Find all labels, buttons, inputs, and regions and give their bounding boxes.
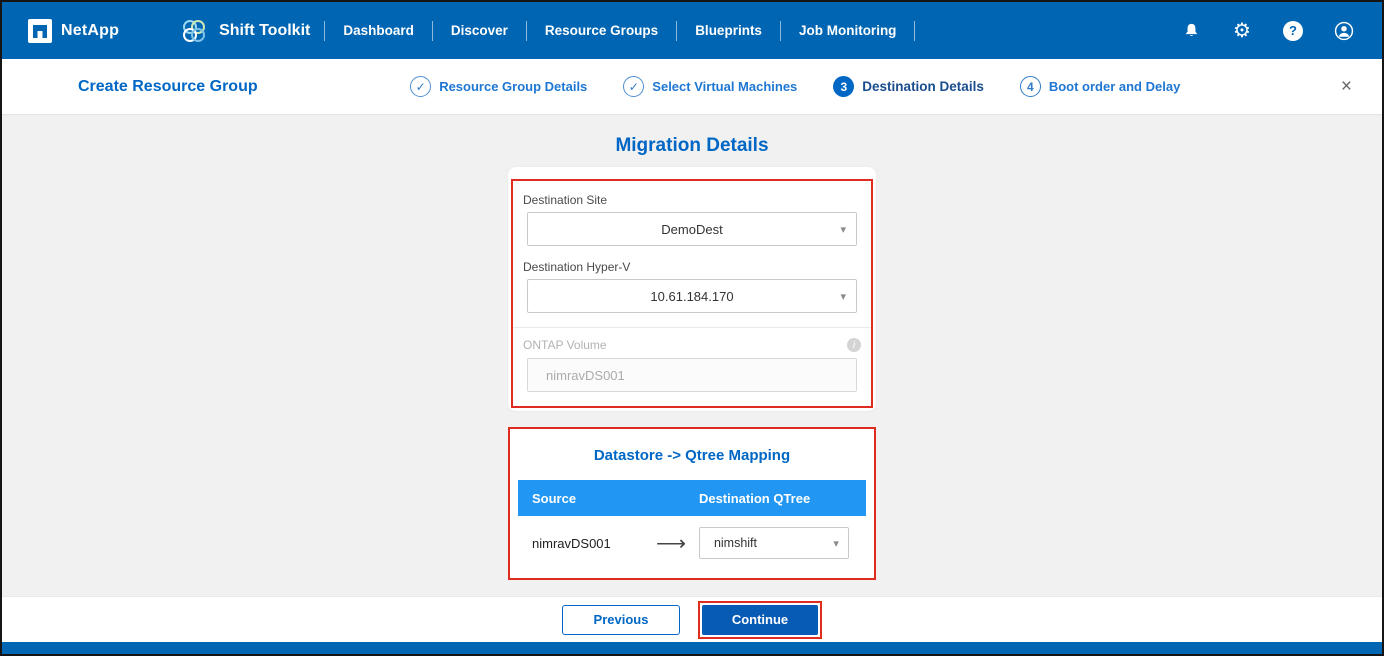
step-label: Destination Details — [862, 79, 984, 94]
column-header-source: Source — [518, 491, 699, 506]
mapping-table-header: Source Destination QTree — [518, 480, 866, 516]
netapp-logo-icon — [28, 19, 52, 43]
destination-form-card: Destination Site DemoDest ▾ Destination … — [508, 167, 876, 411]
app-title-text: Shift Toolkit — [219, 22, 310, 40]
nav-dashboard[interactable]: Dashboard — [325, 23, 432, 38]
nav-discover[interactable]: Discover — [433, 23, 526, 38]
continue-button-highlight: Continue — [698, 601, 822, 639]
previous-button[interactable]: Previous — [562, 605, 680, 635]
step-check-icon: ✓ — [410, 76, 431, 97]
wizard-steps: ✓ Resource Group Details ✓ Select Virtua… — [410, 76, 1180, 97]
step-label: Boot order and Delay — [1049, 79, 1180, 94]
step-number-badge: 3 — [833, 76, 854, 97]
destination-form-highlight: Destination Site DemoDest ▾ Destination … — [511, 179, 873, 408]
chevron-down-icon: ▾ — [840, 290, 846, 303]
destination-qtree-select[interactable]: nimshift ▾ — [699, 527, 849, 559]
qtree-mapping-highlight: Datastore -> Qtree Mapping Source Destin… — [508, 427, 876, 580]
step-check-icon: ✓ — [623, 76, 644, 97]
section-divider — [513, 327, 871, 328]
bottom-accent-bar — [2, 642, 1382, 654]
page-title: Migration Details — [2, 135, 1382, 157]
nav-job-monitoring[interactable]: Job Monitoring — [781, 23, 914, 38]
continue-button[interactable]: Continue — [702, 605, 818, 635]
info-icon: i — [847, 338, 861, 352]
nav-blueprints[interactable]: Blueprints — [677, 23, 780, 38]
wizard-content: Migration Details Destination Site DemoD… — [2, 115, 1382, 596]
ontap-volume-label-row: ONTAP Volume i — [523, 338, 861, 352]
step-number-badge: 4 — [1020, 76, 1041, 97]
wizard-footer: Previous Continue — [2, 596, 1382, 642]
step-label: Select Virtual Machines — [652, 79, 797, 94]
right-arrow-icon: ⟶ — [643, 531, 699, 556]
destination-hyperv-select[interactable]: 10.61.184.170 ▾ — [527, 279, 857, 313]
destination-hyperv-label: Destination Hyper-V — [523, 260, 861, 274]
app-title: Shift Toolkit — [179, 16, 310, 46]
qtree-mapping-title: Datastore -> Qtree Mapping — [518, 447, 866, 464]
netapp-logo: NetApp — [28, 19, 119, 43]
wizard-header: Create Resource Group ✓ Resource Group D… — [2, 59, 1382, 115]
destination-site-value: DemoDest — [661, 222, 722, 237]
step-boot-order-and-delay[interactable]: 4 Boot order and Delay — [1020, 76, 1180, 97]
destination-site-label: Destination Site — [523, 193, 861, 207]
step-select-virtual-machines[interactable]: ✓ Select Virtual Machines — [623, 76, 797, 97]
help-icon[interactable]: ? — [1281, 19, 1305, 43]
qtree-mapping-card: Datastore -> Qtree Mapping Source Destin… — [508, 427, 876, 580]
close-icon[interactable]: × — [1333, 72, 1360, 102]
destination-qtree-value: nimshift — [714, 536, 757, 550]
step-label: Resource Group Details — [439, 79, 587, 94]
column-header-destination-qtree: Destination QTree — [699, 491, 866, 506]
ontap-volume-label: ONTAP Volume — [523, 338, 607, 352]
nav-divider — [914, 21, 915, 41]
app-window: NetApp Shift Toolkit Dashboard Discover … — [0, 0, 1384, 656]
main-navigation: Dashboard Discover Resource Groups Bluep… — [324, 21, 915, 41]
step-destination-details[interactable]: 3 Destination Details — [833, 76, 984, 97]
top-navigation-bar: NetApp Shift Toolkit Dashboard Discover … — [2, 2, 1382, 59]
netapp-brand-text: NetApp — [61, 22, 119, 40]
topbar-actions: ⚙ ? — [1179, 19, 1356, 43]
chevron-down-icon: ▾ — [840, 223, 846, 236]
notification-bell-icon[interactable] — [1179, 19, 1203, 43]
ontap-volume-field: nimravDS001 — [527, 358, 857, 392]
chevron-down-icon: ▾ — [833, 537, 839, 550]
destination-site-select[interactable]: DemoDest ▾ — [527, 212, 857, 246]
destination-hyperv-value: 10.61.184.170 — [650, 289, 733, 304]
ontap-volume-value: nimravDS001 — [546, 368, 625, 383]
step-resource-group-details[interactable]: ✓ Resource Group Details — [410, 76, 587, 97]
source-datastore-value: nimravDS001 — [518, 536, 643, 551]
mapping-table-row: nimravDS001 ⟶ nimshift ▾ — [518, 516, 866, 570]
account-icon[interactable] — [1332, 19, 1356, 43]
nav-resource-groups[interactable]: Resource Groups — [527, 23, 676, 38]
settings-gear-icon[interactable]: ⚙ — [1230, 19, 1254, 43]
shift-toolkit-icon — [179, 16, 209, 46]
wizard-title: Create Resource Group — [78, 78, 258, 96]
